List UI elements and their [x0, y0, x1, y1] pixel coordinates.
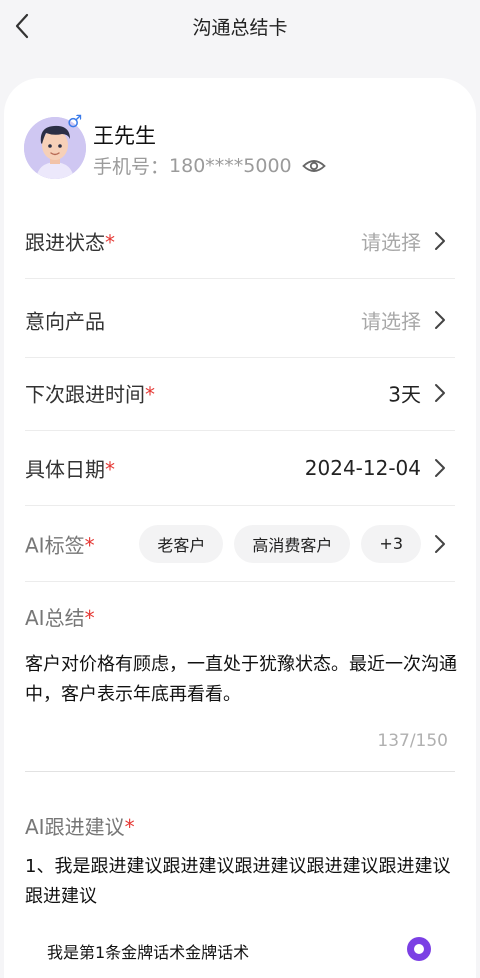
ai-tags-list: 老客户 高消费客户 +3 [139, 524, 421, 563]
ai-tags-label: AI标签* [25, 529, 95, 558]
customer-name: 王先生 [93, 124, 156, 148]
nav-bar: 沟通总结卡 [0, 0, 480, 52]
next-follow-time-select[interactable]: 3天 [388, 378, 421, 407]
required-mark: * [105, 457, 115, 481]
next-follow-time-label: 下次跟进时间* [25, 378, 155, 407]
chevron-right-icon [433, 310, 447, 330]
follow-status-select[interactable]: 请选择 [361, 226, 421, 255]
tag-more-chip[interactable]: +3 [361, 524, 421, 563]
tag-chip[interactable]: 高消费客户 [234, 524, 351, 563]
chevron-right-icon [433, 458, 447, 478]
chevron-right-icon [433, 231, 447, 251]
follow-status-label-text: 跟进状态 [25, 230, 105, 254]
tag-chip[interactable]: 老客户 [139, 524, 224, 563]
specific-date-row[interactable]: 具体日期* 2024-12-04 [25, 430, 455, 506]
chevron-right-icon [433, 534, 447, 554]
script-option-text: 我是第1条金牌话术金牌话术 [47, 943, 250, 962]
specific-date-select[interactable]: 2024-12-04 [305, 456, 421, 480]
radio-selected-icon[interactable] [407, 937, 431, 961]
next-follow-time-row[interactable]: 下次跟进时间* 3天 [25, 355, 455, 431]
ai-suggestion-title: AI跟进建议* [25, 811, 135, 840]
follow-status-label: 跟进状态* [25, 226, 115, 255]
eye-icon[interactable] [301, 157, 326, 175]
required-mark: * [105, 230, 115, 254]
specific-date-label-text: 具体日期 [25, 457, 105, 481]
required-mark: * [84, 606, 95, 630]
follow-status-row[interactable]: 跟进状态* 请选择 [25, 203, 455, 279]
ai-suggestion-title-text: AI跟进建议 [25, 815, 125, 839]
customer-phone: 手机号： 180****5000 [93, 152, 326, 179]
male-gender-icon: ♂ [67, 112, 83, 132]
required-mark: * [124, 815, 135, 839]
intent-product-label: 意向产品 [25, 309, 105, 333]
page-title: 沟通总结卡 [192, 17, 288, 39]
ai-tags-row[interactable]: AI标签* 老客户 高消费客户 +3 [25, 506, 455, 582]
char-counter: 137/150 [377, 731, 448, 751]
next-follow-time-label-text: 下次跟进时间 [25, 382, 145, 406]
script-option-row[interactable]: 我是第1条金牌话术金牌话术 [25, 931, 455, 967]
required-mark: * [84, 533, 95, 557]
ai-summary-text[interactable]: 客户对价格有顾虑，一直处于犹豫状态。最近一次沟通中，客户表示年底再看看。 [25, 650, 457, 710]
divider [25, 771, 455, 772]
ai-summary-title-text: AI总结 [25, 606, 85, 630]
required-mark: * [145, 382, 155, 406]
chevron-right-icon [433, 383, 447, 403]
ai-suggestion-text: 1、我是跟进建议跟进建议跟进建议跟进建议跟进建议跟进建议 [25, 856, 451, 907]
ai-summary-title: AI总结* [25, 602, 95, 631]
phone-label: 手机号： [93, 156, 170, 178]
ai-tags-label-text: AI标签 [25, 533, 85, 557]
phone-value: 180****5000 [169, 154, 292, 177]
specific-date-label: 具体日期* [25, 453, 115, 482]
intent-product-select[interactable]: 请选择 [361, 305, 421, 334]
intent-product-row[interactable]: 意向产品 请选择 [25, 282, 455, 358]
